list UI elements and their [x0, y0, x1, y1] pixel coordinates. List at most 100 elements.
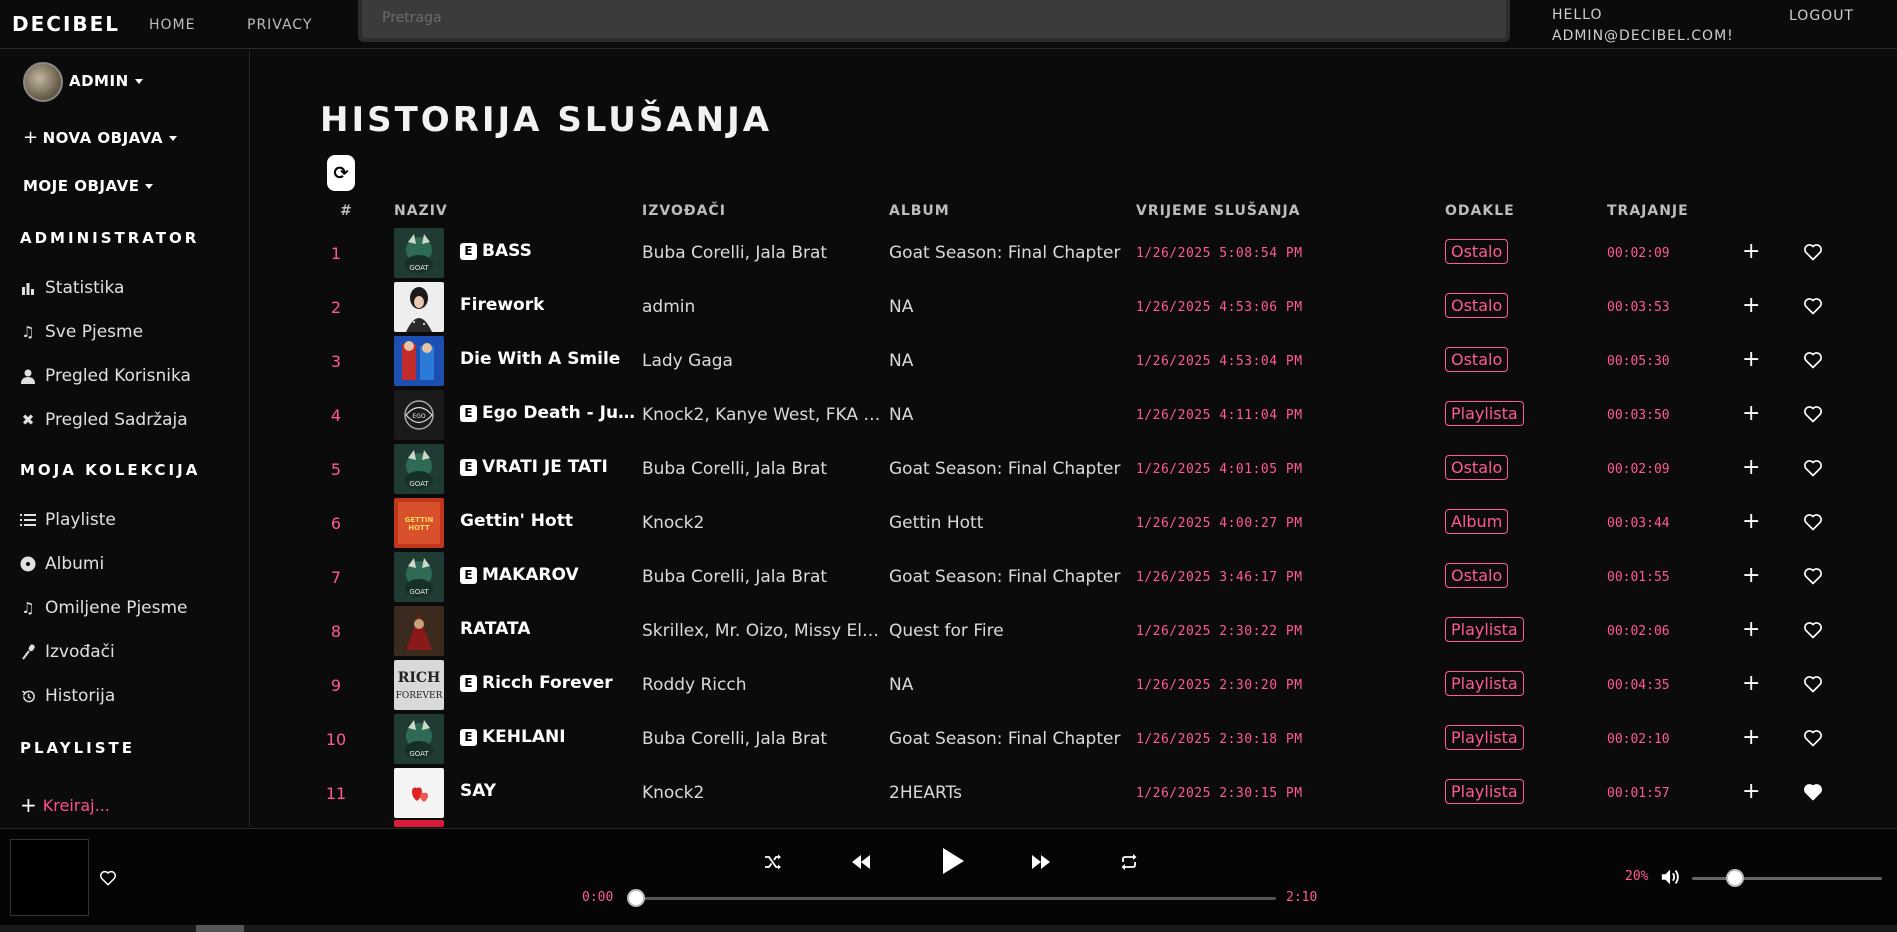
volume-icon[interactable] [1660, 866, 1682, 888]
nav-privacy-link[interactable]: PRIVACY [247, 17, 312, 33]
table-row[interactable]: 4 EGO E Ego Death - Just StayKnock2, Kanye … [251, 389, 1897, 443]
song-title[interactable]: Firework [460, 295, 640, 315]
table-row[interactable]: 3 Die With A Smile Lady Gaga NA 1/26/2025 4:… [251, 335, 1897, 389]
progress-track[interactable] [636, 897, 1276, 900]
table-row[interactable]: 9 RICH FOREVER E Ricch Forever Roddy Ricch NA 1… [251, 659, 1897, 713]
album-cover[interactable]: GOAT [394, 552, 444, 602]
song-album[interactable]: NA [889, 675, 1134, 695]
sidebar-item-pregled-korisnika[interactable]: Pregled Korisnika [20, 366, 191, 386]
scrollbar-thumb[interactable] [196, 925, 244, 932]
table-row[interactable]: 5 GOAT E VRATI JE TATI Buba Corelli, Jala Br… [251, 443, 1897, 497]
volume-track[interactable] [1692, 877, 1882, 880]
search-input[interactable]: Pretraga [358, 0, 1510, 42]
song-title[interactable]: Gettin' Hott [460, 511, 640, 531]
song-title[interactable]: E MAKAROV [460, 565, 640, 585]
shuffle-button[interactable] [758, 847, 788, 877]
heart-icon[interactable] [1803, 620, 1823, 640]
song-title[interactable]: E BASS [460, 241, 640, 261]
album-cover[interactable]: GOAT [394, 714, 444, 764]
repeat-button[interactable] [1114, 847, 1144, 877]
logout-link[interactable]: LOGOUT [1789, 8, 1854, 24]
album-cover[interactable] [394, 768, 444, 818]
song-album[interactable]: NA [889, 351, 1134, 371]
song-artists[interactable]: Buba Corelli, Jala Brat [642, 459, 882, 479]
song-title[interactable]: E Ego Death - Just Stay [460, 403, 640, 423]
sidebar-item-izvodjaci[interactable]: Izvođači [20, 642, 115, 662]
user-menu-toggle[interactable]: ADMIN [69, 72, 143, 90]
add-to-playlist-button[interactable]: + [1742, 293, 1760, 318]
song-artists[interactable]: admin [642, 297, 882, 317]
song-artists[interactable]: Knock2 [642, 783, 882, 803]
heart-icon[interactable] [1803, 404, 1823, 424]
sidebar-item-pregled-sadrzaja[interactable]: ✖ Pregled Sadržaja [20, 410, 188, 430]
brand-logo[interactable]: DECIBEL [12, 12, 120, 36]
add-to-playlist-button[interactable]: + [1742, 563, 1760, 588]
table-row[interactable]: 1 GOAT E BASS Buba Corelli, Jala Brat Goat Se… [251, 227, 1897, 281]
song-artists[interactable]: Knock2, Kanye West, FKA twigs [642, 405, 882, 425]
song-artists[interactable]: Roddy Ricch [642, 675, 882, 695]
song-artists[interactable]: Buba Corelli, Jala Brat [642, 567, 882, 587]
add-to-playlist-button[interactable]: + [1742, 779, 1760, 804]
album-cover[interactable]: GETTIN HOTT [394, 498, 444, 548]
table-row[interactable]: 8 RATATA Skrillex, Mr. Oizo, Missy Elliott… [251, 605, 1897, 659]
progress-knob[interactable] [627, 889, 645, 907]
sidebar-item-omiljene-pjesme[interactable]: ♫ Omiljene Pjesme [20, 598, 187, 618]
album-cover[interactable]: GOAT [394, 228, 444, 278]
sidebar-item-statistika[interactable]: Statistika [20, 278, 124, 298]
heart-icon[interactable] [1803, 728, 1823, 748]
play-button[interactable] [935, 843, 971, 879]
table-row[interactable]: 7 GOAT E MAKAROV Buba Corelli, Jala Brat Goat… [251, 551, 1897, 605]
song-artists[interactable]: Buba Corelli, Jala Brat [642, 729, 882, 749]
add-to-playlist-button[interactable]: + [1742, 509, 1760, 534]
heart-icon[interactable] [1803, 512, 1823, 532]
song-title[interactable]: RATATA [460, 619, 640, 639]
heart-icon[interactable] [1803, 296, 1823, 316]
album-cover[interactable]: RICH FOREVER [394, 660, 444, 710]
album-cover[interactable]: GOAT [394, 444, 444, 494]
song-album[interactable]: Goat Season: Final Chapter [889, 567, 1134, 587]
heart-icon[interactable] [99, 869, 117, 887]
add-to-playlist-button[interactable]: + [1742, 239, 1760, 264]
heart-icon[interactable] [1803, 782, 1823, 802]
album-cover[interactable] [394, 282, 444, 332]
album-cover[interactable] [394, 606, 444, 656]
heart-icon[interactable] [1803, 458, 1823, 478]
table-row[interactable]: 10 GOAT E KEHLANI Buba Corelli, Jala Brat Goa… [251, 713, 1897, 767]
song-artists[interactable]: Buba Corelli, Jala Brat [642, 243, 882, 263]
nav-home-link[interactable]: HOME [149, 17, 195, 33]
song-title[interactable]: E VRATI JE TATI [460, 457, 640, 477]
add-to-playlist-button[interactable]: + [1742, 725, 1760, 750]
album-cover[interactable] [394, 336, 444, 386]
song-title[interactable]: Die With A Smile [460, 349, 640, 369]
avatar[interactable] [23, 62, 63, 102]
song-album[interactable]: NA [889, 297, 1134, 317]
song-album[interactable]: Gettin Hott [889, 513, 1134, 533]
heart-icon[interactable] [1803, 242, 1823, 262]
sidebar-item-historija[interactable]: Historija [20, 686, 115, 706]
song-artists[interactable]: Skrillex, Mr. Oizo, Missy Elliott [642, 621, 882, 641]
moje-objave-dropdown[interactable]: MOJE OBJAVE [23, 177, 154, 195]
table-row[interactable]: 11 SAY Knock2 2HEARTs 1/26/2025 2:30:15 PM Pl… [251, 767, 1897, 821]
heart-icon[interactable] [1803, 566, 1823, 586]
add-to-playlist-button[interactable]: + [1742, 617, 1760, 642]
add-to-playlist-button[interactable]: + [1742, 401, 1760, 426]
add-to-playlist-button[interactable]: + [1742, 347, 1760, 372]
song-album[interactable]: NA [889, 405, 1134, 425]
horizontal-scrollbar[interactable] [0, 925, 1897, 932]
previous-button[interactable] [846, 847, 876, 877]
heart-icon[interactable] [1803, 674, 1823, 694]
sidebar-item-sve-pjesme[interactable]: ♫ Sve Pjesme [20, 322, 143, 342]
table-row[interactable]: 2 Firework admin NA 1/26/2025 4:53:06 PM Osta… [251, 281, 1897, 335]
add-to-playlist-button[interactable]: + [1742, 671, 1760, 696]
song-artists[interactable]: Lady Gaga [642, 351, 882, 371]
volume-knob[interactable] [1726, 869, 1744, 887]
sidebar-item-playliste[interactable]: Playliste [20, 510, 116, 530]
song-artists[interactable]: Knock2 [642, 513, 882, 533]
song-album[interactable]: Goat Season: Final Chapter [889, 729, 1134, 749]
nova-objava-dropdown[interactable]: + NOVA OBJAVA [23, 127, 177, 148]
heart-icon[interactable] [1803, 350, 1823, 370]
next-button[interactable] [1026, 847, 1056, 877]
song-title[interactable]: E Ricch Forever [460, 673, 640, 693]
song-title[interactable]: SAY [460, 781, 640, 801]
song-album[interactable]: Quest for Fire [889, 621, 1134, 641]
